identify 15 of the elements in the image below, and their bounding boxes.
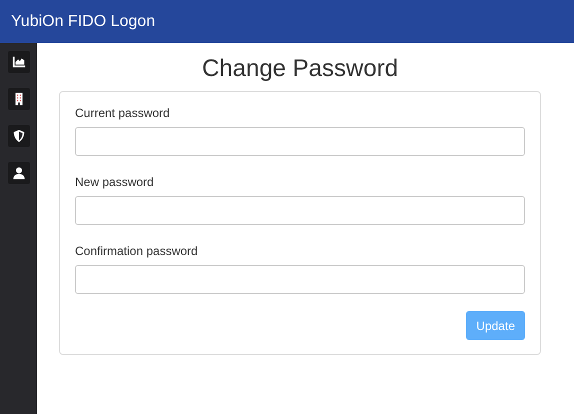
user-nav-button[interactable] — [8, 162, 30, 184]
field-label: Current password — [75, 106, 170, 120]
chart-icon — [12, 55, 26, 69]
password-field[interactable] — [75, 127, 525, 156]
field-label: New password — [75, 175, 154, 189]
shield-nav-button[interactable] — [8, 125, 30, 147]
password-field[interactable] — [75, 196, 525, 225]
chart-nav-button[interactable] — [8, 51, 30, 73]
shield-icon — [12, 129, 26, 143]
user-icon — [12, 166, 26, 180]
page-title: Change Password — [200, 55, 400, 83]
field-label: Confirmation password — [75, 244, 198, 258]
building-nav-button[interactable] — [8, 88, 30, 110]
app-title: YubiOn FIDO Logon — [11, 12, 156, 30]
password-field[interactable] — [75, 265, 525, 294]
